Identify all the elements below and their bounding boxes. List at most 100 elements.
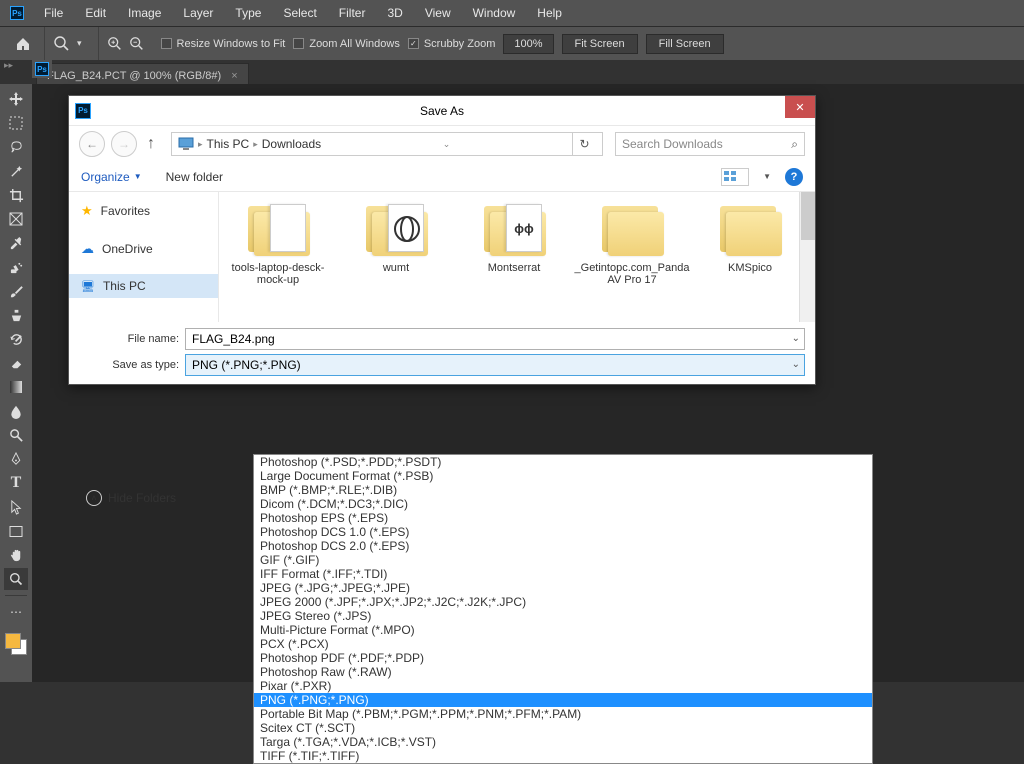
format-option[interactable]: JPEG Stereo (*.JPS) [254,609,872,623]
format-option[interactable]: Portable Bit Map (*.PBM;*.PGM;*.PPM;*.PN… [254,707,872,721]
foreground-color-swatch[interactable] [5,633,21,649]
edit-toolbar-icon[interactable]: ⋯ [4,601,28,623]
zoom-tool-icon[interactable] [53,35,71,53]
new-folder-button[interactable]: New folder [166,170,223,184]
folder-item[interactable]: wumt [343,200,449,314]
format-option[interactable]: BMP (*.BMP;*.RLE;*.DIB) [254,483,872,497]
format-option[interactable]: Targa (*.TGA;*.VDA;*.ICB;*.VST) [254,735,872,749]
format-option[interactable]: Photoshop (*.PSD;*.PDD;*.PSDT) [254,455,872,469]
format-option[interactable]: GIF (*.GIF) [254,553,872,567]
format-option[interactable]: Photoshop DCS 2.0 (*.EPS) [254,539,872,553]
forward-button[interactable]: → [111,131,137,157]
format-option[interactable]: IFF Format (*.IFF;*.TDI) [254,567,872,581]
sidebar-onedrive[interactable]: ☁OneDrive [69,236,218,262]
folder-item[interactable]: KMSpico [697,200,803,314]
scrubby-zoom-checkbox[interactable]: ✓Scrubby Zoom [408,38,496,50]
zoom-percent-field[interactable]: 100% [503,34,553,54]
format-option[interactable]: JPEG 2000 (*.JPF;*.JPX;*.JP2;*.J2C;*.J2K… [254,595,872,609]
fill-screen-button[interactable]: Fill Screen [646,34,724,54]
breadcrumb-item[interactable]: This PC [207,137,250,151]
format-option[interactable]: Dicom (*.DCM;*.DC3;*.DIC) [254,497,872,511]
menu-select[interactable]: Select [273,2,326,24]
type-tool-icon[interactable]: T [4,472,28,494]
folder-item[interactable]: ɸɸ Montserrat [461,200,567,314]
format-option[interactable]: Multi-Picture Format (*.MPO) [254,623,872,637]
format-option[interactable]: Photoshop EPS (*.EPS) [254,511,872,525]
eyedropper-tool-icon[interactable] [4,232,28,254]
path-selection-tool-icon[interactable] [4,496,28,518]
save-type-select[interactable]: PNG (*.PNG;*.PNG) ⌄ [185,354,805,376]
format-option[interactable]: Photoshop Raw (*.RAW) [254,665,872,679]
format-option[interactable]: TIFF (*.TIF;*.TIFF) [254,749,872,763]
back-button[interactable]: ← [79,131,105,157]
format-option[interactable]: Photoshop PDF (*.PDF;*.PDP) [254,651,872,665]
blur-tool-icon[interactable] [4,400,28,422]
scrollbar[interactable] [799,192,815,322]
format-option[interactable]: Pixar (*.PXR) [254,679,872,693]
move-tool-icon[interactable] [4,88,28,110]
panel-handle-icon[interactable]: ▸▸ [4,60,13,71]
history-brush-tool-icon[interactable] [4,328,28,350]
pen-tool-icon[interactable] [4,448,28,470]
lasso-tool-icon[interactable] [4,136,28,158]
zoom-tool-icon[interactable] [4,568,28,590]
help-icon[interactable]: ? [785,168,803,186]
menu-image[interactable]: Image [118,2,171,24]
zoom-in-icon[interactable] [107,36,123,52]
chevron-down-icon[interactable]: ⌄ [792,359,800,370]
zoom-all-checkbox[interactable]: Zoom All Windows [293,38,399,50]
menu-type[interactable]: Type [225,2,271,24]
menu-layer[interactable]: Layer [173,2,223,24]
gradient-tool-icon[interactable] [4,376,28,398]
file-name-input[interactable]: FLAG_B24.png ⌄ [185,328,805,350]
format-option[interactable]: JPEG (*.JPG;*.JPEG;*.JPE) [254,581,872,595]
breadcrumb-dropdown-icon[interactable]: ⌄ [443,139,451,150]
format-option[interactable]: PCX (*.PCX) [254,637,872,651]
menu-view[interactable]: View [415,2,461,24]
refresh-button[interactable]: ↻ [572,132,596,156]
home-icon[interactable] [10,31,36,57]
zoom-out-icon[interactable] [129,36,145,52]
menu-help[interactable]: Help [527,2,572,24]
view-mode-button[interactable] [721,168,749,186]
breadcrumb-item[interactable]: Downloads [262,137,321,151]
resize-windows-checkbox[interactable]: Resize Windows to Fit [161,38,286,50]
organize-button[interactable]: Organize ▼ [81,170,142,184]
brush-tool-icon[interactable] [4,280,28,302]
hand-tool-icon[interactable] [4,544,28,566]
fit-screen-button[interactable]: Fit Screen [562,34,638,54]
menu-filter[interactable]: Filter [329,2,376,24]
cloud-icon: ☁ [81,241,94,257]
menu-edit[interactable]: Edit [75,2,116,24]
dodge-tool-icon[interactable] [4,424,28,446]
view-dropdown-icon[interactable]: ▼ [763,172,771,181]
marquee-tool-icon[interactable] [4,112,28,134]
close-button[interactable]: ✕ [785,96,815,118]
up-button[interactable]: ↑ [143,135,159,153]
format-option[interactable]: Photoshop DCS 1.0 (*.EPS) [254,525,872,539]
menu-3d[interactable]: 3D [377,2,412,24]
search-input[interactable]: Search Downloads ⌕ [615,132,805,156]
folder-item[interactable]: tools-laptop-desck-mock-up [225,200,331,314]
eraser-tool-icon[interactable] [4,352,28,374]
clone-stamp-tool-icon[interactable] [4,304,28,326]
menu-file[interactable]: File [34,2,73,24]
chevron-down-icon[interactable]: ⌄ [792,333,800,344]
healing-brush-tool-icon[interactable] [4,256,28,278]
breadcrumb[interactable]: ▸ This PC ▸ Downloads ⌄ ↻ [171,132,603,156]
close-tab-icon[interactable]: × [231,70,237,82]
format-option[interactable]: PNG (*.PNG;*.PNG) [254,693,872,707]
sidebar-favorites[interactable]: ★Favorites [69,198,218,224]
magic-wand-tool-icon[interactable] [4,160,28,182]
shape-tool-icon[interactable] [4,520,28,542]
frame-tool-icon[interactable] [4,208,28,230]
format-option[interactable]: Scitex CT (*.SCT) [254,721,872,735]
format-option[interactable]: Large Document Format (*.PSB) [254,469,872,483]
hide-folders-button[interactable]: ˄ Hide Folders [86,490,176,506]
color-swatches[interactable] [5,633,27,655]
sidebar-thispc[interactable]: 🖥This PC [69,274,218,298]
crop-tool-icon[interactable] [4,184,28,206]
menu-window[interactable]: Window [463,2,526,24]
folder-item[interactable]: _Getintopc.com_Panda AV Pro 17 [579,200,685,314]
format-dropdown-list[interactable]: Photoshop (*.PSD;*.PDD;*.PSDT)Large Docu… [253,454,873,764]
